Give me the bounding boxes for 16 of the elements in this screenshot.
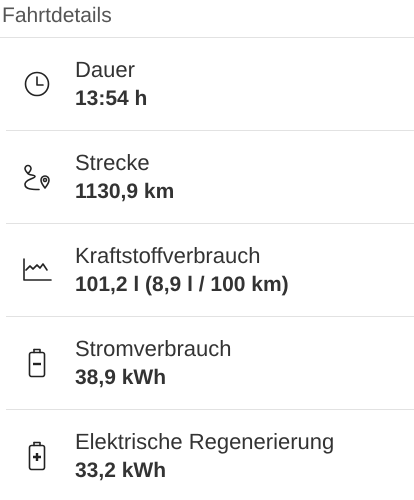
- line-chart-icon: [22, 258, 52, 282]
- detail-label: Dauer: [75, 57, 136, 83]
- detail-label: Stromverbrauch: [75, 336, 232, 362]
- detail-label: Strecke: [75, 150, 151, 176]
- detail-value: 38,9 kWh: [75, 366, 168, 390]
- battery-plus-icon: [28, 441, 46, 471]
- route-icon: [22, 163, 52, 191]
- section-title: Fahrtdetails: [2, 4, 112, 28]
- detail-label: Kraftstoffverbrauch: [75, 243, 262, 269]
- battery-minus-icon: [28, 348, 46, 378]
- detail-label: Elektrische Regenerierung: [75, 429, 334, 455]
- detail-value: 13:54 h: [75, 87, 148, 111]
- detail-value: 101,2 l (8,9 l / 100 km): [75, 273, 289, 297]
- clock-icon: [24, 71, 50, 97]
- detail-value: 1130,9 km: [75, 180, 174, 204]
- detail-value: 33,2 kWh: [75, 459, 168, 483]
